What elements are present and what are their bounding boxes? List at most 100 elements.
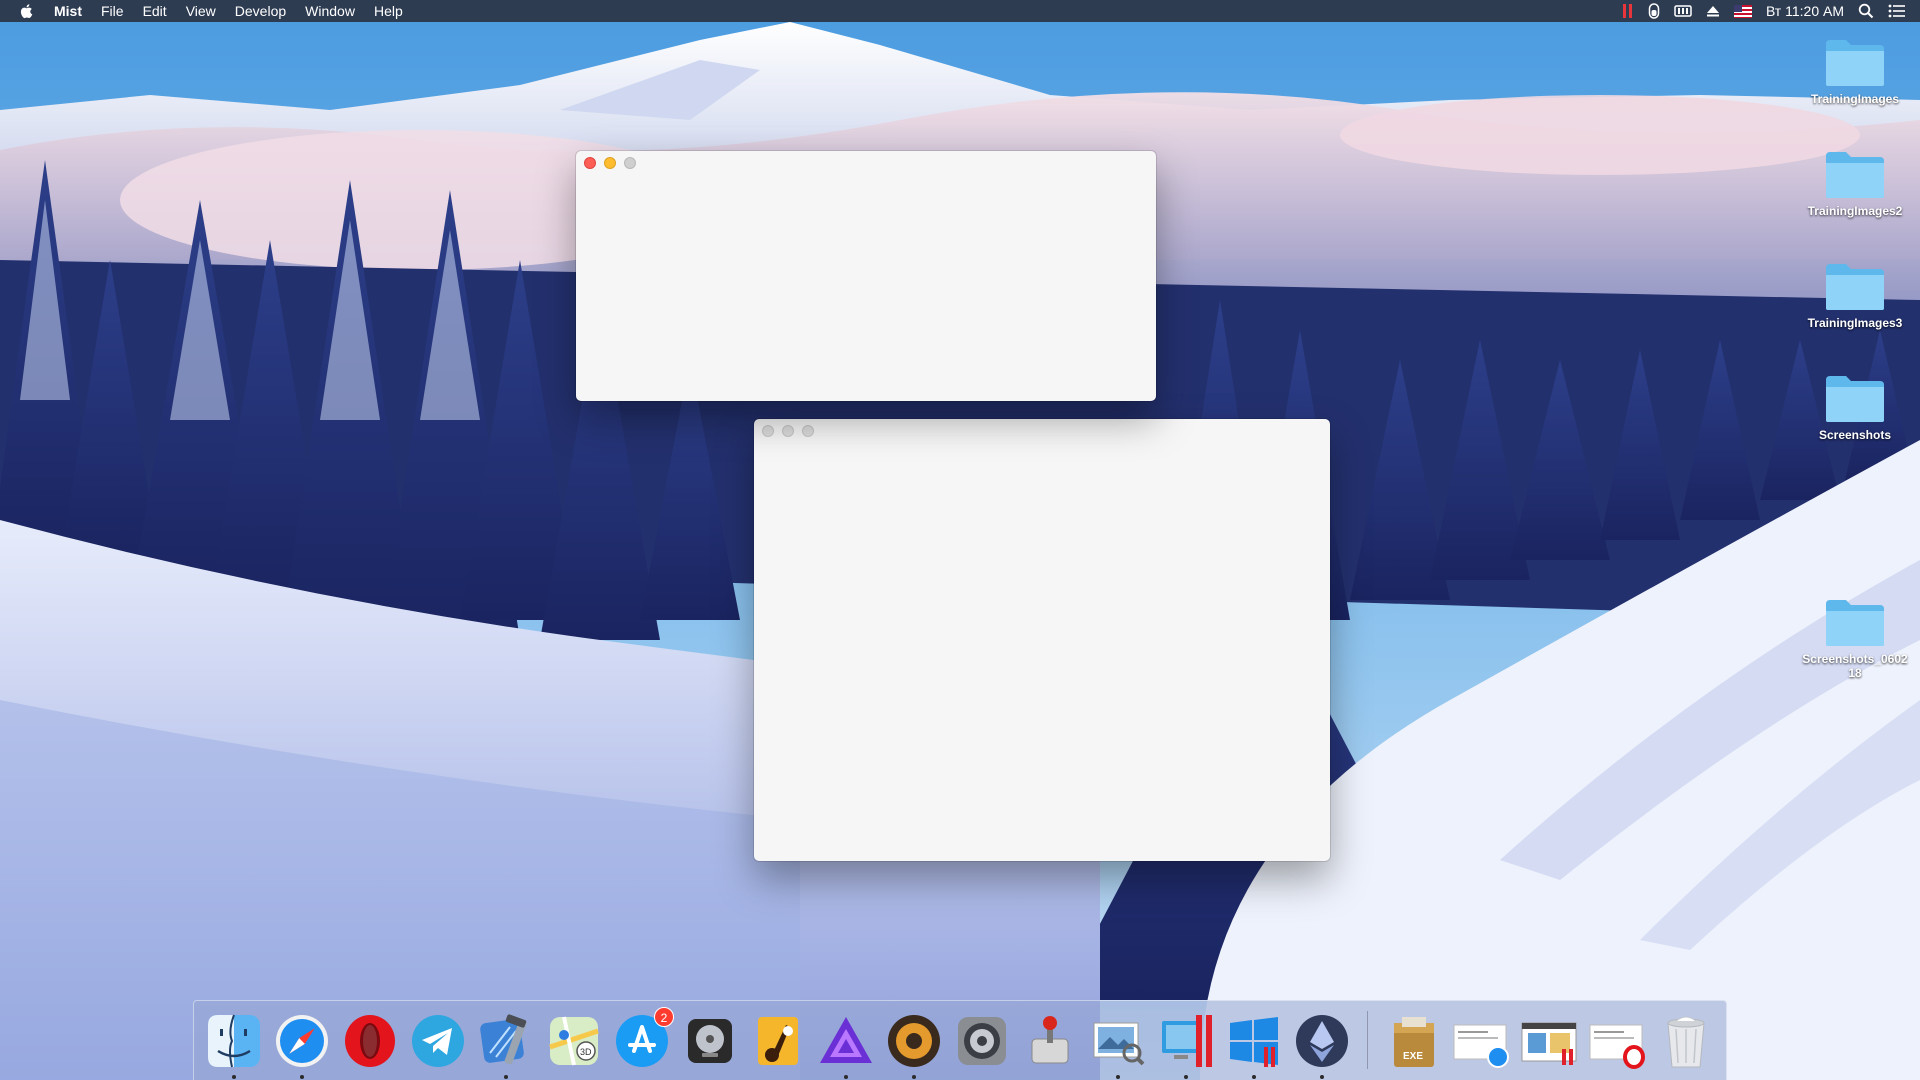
notification-center-icon[interactable]	[1888, 2, 1906, 20]
dock: 3D 2 EXE	[193, 1000, 1727, 1080]
status-area: Вт 11:20 AM	[1622, 2, 1906, 20]
folder-icon	[1826, 600, 1884, 646]
minimize-button[interactable]	[604, 157, 616, 169]
dock-system-preferences[interactable]	[952, 1011, 1012, 1071]
back-window[interactable]	[754, 419, 1330, 861]
menu-clock[interactable]: Вт 11:20 AM	[1766, 3, 1844, 19]
menu-bar: Mist File Edit View Develop Window Help …	[0, 0, 1920, 22]
close-button[interactable]	[762, 425, 774, 437]
dock-minimized-parallels-window[interactable]	[1520, 1011, 1580, 1071]
dock-xcode[interactable]	[476, 1011, 536, 1079]
dock-preview[interactable]	[1088, 1011, 1148, 1079]
folder-icon	[1826, 152, 1884, 198]
running-indicator	[232, 1075, 236, 1079]
opera-icon	[345, 1015, 395, 1067]
safari-icon	[276, 1015, 328, 1067]
apple-logo-icon[interactable]	[18, 2, 36, 20]
minimize-button[interactable]	[782, 425, 794, 437]
eject-icon[interactable]	[1706, 2, 1720, 20]
folder-label: TrainingImages	[1810, 92, 1900, 106]
disk-utility-icon	[688, 1019, 732, 1063]
dock-speaker-app[interactable]	[884, 1011, 944, 1079]
window-controls	[584, 157, 636, 169]
menu-edit[interactable]: Edit	[143, 3, 167, 19]
running-indicator	[912, 1075, 916, 1079]
dock-ethereum-wallet[interactable]	[1292, 1011, 1352, 1079]
close-button[interactable]	[584, 157, 596, 169]
dock-telegram[interactable]	[408, 1011, 468, 1071]
speaker-app-icon	[888, 1015, 940, 1067]
folder-label: TrainingImages2	[1807, 204, 1903, 218]
minimized-safari-window-icon	[1453, 1024, 1509, 1068]
xcode-icon	[480, 1014, 527, 1065]
menu-help[interactable]: Help	[374, 3, 403, 19]
menu-file[interactable]: File	[101, 3, 124, 19]
dock-exe-archive[interactable]: EXE	[1384, 1011, 1444, 1071]
folder-label: TrainingImages3	[1807, 316, 1903, 330]
front-window[interactable]	[576, 151, 1156, 401]
dock-safari[interactable]	[272, 1011, 332, 1079]
dock-opera[interactable]	[340, 1011, 400, 1071]
menu-develop[interactable]: Develop	[235, 3, 286, 19]
menu-app-name[interactable]: Mist	[54, 3, 82, 19]
desktop-folder-trainingimages[interactable]: TrainingImages	[1800, 36, 1910, 106]
windows-vm-icon	[1230, 1017, 1278, 1067]
garageband-icon	[758, 1017, 798, 1065]
joystick-app-icon	[1031, 1016, 1069, 1064]
dock-finder[interactable]	[204, 1011, 264, 1079]
desktop-folder-screenshots[interactable]: Screenshots	[1800, 372, 1910, 442]
svg-text:3D: 3D	[580, 1047, 592, 1057]
folder-icon	[1826, 376, 1884, 422]
us-flag-input-icon[interactable]	[1733, 2, 1752, 20]
svg-text:EXE: EXE	[1403, 1051, 1423, 1062]
running-indicator	[1252, 1075, 1256, 1079]
zoom-button[interactable]	[802, 425, 814, 437]
telegram-icon	[412, 1015, 464, 1067]
minimized-parallels-window-icon	[1521, 1022, 1577, 1065]
dock-app-store[interactable]: 2	[612, 1007, 674, 1071]
running-indicator	[1116, 1075, 1120, 1079]
system-preferences-icon	[958, 1017, 1006, 1065]
spotlight-search-icon[interactable]	[1858, 2, 1874, 20]
running-indicator	[300, 1075, 304, 1079]
zoom-button[interactable]	[624, 157, 636, 169]
affinity-photo-icon	[820, 1017, 872, 1063]
dock-affinity-photo[interactable]	[816, 1011, 876, 1079]
trash-icon	[1667, 1016, 1705, 1068]
desktop-folder-trainingimages3[interactable]: TrainingImages3	[1800, 260, 1910, 330]
exe-archive-icon: EXE	[1394, 1017, 1434, 1067]
dock-garageband[interactable]	[748, 1011, 808, 1071]
ethereum-wallet-icon	[1296, 1015, 1348, 1067]
running-indicator	[1184, 1075, 1188, 1079]
dock-maps[interactable]: 3D	[544, 1011, 604, 1071]
running-indicator	[1320, 1075, 1324, 1079]
finder-icon	[208, 1014, 260, 1068]
parallels-desktop-icon	[1162, 1015, 1212, 1067]
minimized-opera-window-icon	[1589, 1024, 1645, 1069]
window-controls	[762, 425, 814, 437]
menu-window[interactable]: Window	[305, 3, 355, 19]
dock-minimized-safari-window[interactable]	[1452, 1011, 1512, 1071]
parallels-icon[interactable]	[1622, 2, 1634, 20]
running-indicator	[504, 1075, 508, 1079]
preview-icon	[1093, 1022, 1145, 1066]
maps-icon: 3D	[549, 1016, 599, 1066]
dock-trash[interactable]	[1656, 1011, 1716, 1071]
desktop-folder-trainingimages2[interactable]: TrainingImages2	[1800, 148, 1910, 218]
folder-icon	[1826, 40, 1884, 86]
desktop-folder-screenshots-060218[interactable]: Screenshots_060218	[1800, 596, 1910, 680]
dock-minimized-opera-window[interactable]	[1588, 1011, 1648, 1071]
folder-label: Screenshots	[1818, 428, 1892, 442]
dock-separator	[1367, 1011, 1368, 1069]
folder-icon	[1826, 264, 1884, 310]
folder-label: Screenshots_060218	[1802, 652, 1908, 680]
menu-view[interactable]: View	[186, 3, 216, 19]
dock-parallels-desktop[interactable]	[1156, 1011, 1216, 1079]
notification-badge: 2	[654, 1007, 674, 1027]
keyboard-icon[interactable]	[1674, 2, 1692, 20]
dock-windows-vm[interactable]	[1224, 1011, 1284, 1079]
dock-disk-utility[interactable]	[680, 1011, 740, 1071]
dock-joystick-app[interactable]	[1020, 1011, 1080, 1071]
running-indicator	[844, 1075, 848, 1079]
mouse-battery-icon[interactable]	[1648, 2, 1660, 20]
